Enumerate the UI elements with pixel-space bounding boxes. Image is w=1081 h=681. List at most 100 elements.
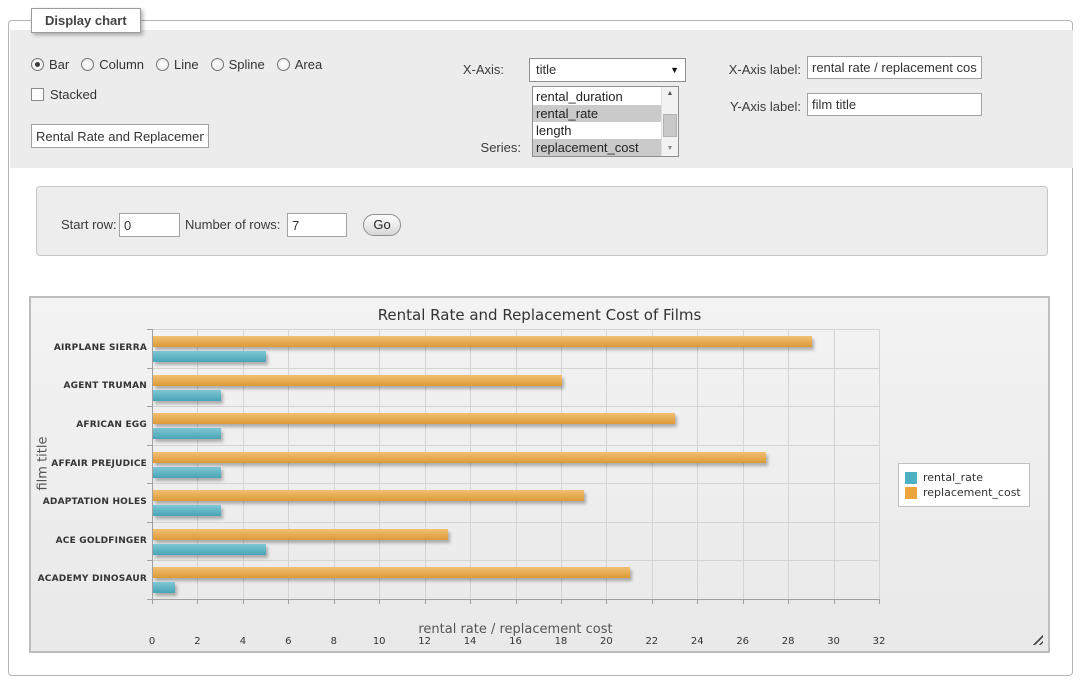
x-axis-select[interactable]: title ▼: [529, 58, 686, 82]
bar-replacement_cost-academy-dinosaur[interactable]: [153, 567, 630, 578]
chart-type-label: Line: [174, 57, 199, 72]
stacked-checkbox[interactable]: [31, 88, 44, 101]
gridline-vertical: [743, 329, 744, 599]
series-options: rental_durationrental_ratelengthreplacem…: [533, 88, 661, 156]
bar-rental_rate-affair-prejudice[interactable]: [153, 467, 221, 478]
bar-rental_rate-academy-dinosaur[interactable]: [153, 582, 175, 593]
chart-legend: rental_rate replacement_cost: [898, 463, 1030, 507]
x-axis-label-input[interactable]: [807, 56, 982, 79]
series-option-rental_rate[interactable]: rental_rate: [533, 105, 661, 122]
legend-swatch: [905, 487, 917, 499]
gridline-vertical: [561, 329, 562, 599]
radio-icon[interactable]: [277, 58, 290, 71]
x-tick-label: 22: [637, 636, 667, 647]
bar-replacement_cost-agent-truman[interactable]: [153, 375, 562, 386]
chart-type-spline[interactable]: Spline: [211, 57, 265, 72]
gridline-vertical: [334, 329, 335, 599]
x-tick-label: 12: [410, 636, 440, 647]
x-tick-label: 20: [591, 636, 621, 647]
legend-swatch: [905, 472, 917, 484]
dropdown-arrow-icon: ▼: [670, 59, 679, 82]
listbox-scrollbar[interactable]: ▲ ▼: [661, 87, 678, 156]
stacked-option[interactable]: Stacked: [31, 87, 97, 102]
num-rows-input[interactable]: [287, 213, 347, 237]
go-button[interactable]: Go: [363, 214, 401, 236]
legend-label: rental_rate: [923, 471, 983, 484]
series-label: Series:: [472, 140, 521, 155]
gridline-vertical: [834, 329, 835, 599]
row-range-panel: Start row: Number of rows: Go: [36, 186, 1048, 256]
series-option-length[interactable]: length: [533, 122, 661, 139]
plot-area: 02468101214161820222426283032AIRPLANE SI…: [152, 329, 879, 599]
bar-replacement_cost-african-egg[interactable]: [153, 413, 675, 424]
x-axis-line: [152, 599, 880, 600]
gridline-vertical: [606, 329, 607, 599]
gridline-vertical: [288, 329, 289, 599]
bar-replacement_cost-adaptation-holes[interactable]: [153, 490, 584, 501]
bar-replacement_cost-airplane-sierra[interactable]: [153, 336, 812, 347]
series-listbox[interactable]: rental_durationrental_ratelengthreplacem…: [532, 86, 679, 157]
scroll-down-icon[interactable]: ▼: [662, 142, 678, 156]
y-axis-line: [152, 329, 153, 600]
series-option-rental_duration[interactable]: rental_duration: [533, 88, 661, 105]
x-tick-label: 2: [182, 636, 212, 647]
x-tick-label: 24: [682, 636, 712, 647]
controls-section: BarColumnLineSplineArea Stacked X-Axis: …: [10, 30, 1073, 168]
x-axis-label-field-label: X-Axis label:: [721, 62, 801, 77]
num-rows-label: Number of rows:: [185, 213, 280, 237]
y-axis-label-input[interactable]: [807, 93, 982, 116]
legend-item-rental_rate[interactable]: rental_rate: [905, 471, 1021, 484]
bar-rental_rate-ace-goldfinger[interactable]: [153, 544, 266, 555]
chart-type-label: Spline: [229, 57, 265, 72]
gridline-vertical: [516, 329, 517, 599]
bar-rental_rate-agent-truman[interactable]: [153, 390, 221, 401]
bar-rental_rate-adaptation-holes[interactable]: [153, 505, 221, 516]
chart-type-column[interactable]: Column: [81, 57, 144, 72]
gridline-vertical: [197, 329, 198, 599]
chart-type-area[interactable]: Area: [277, 57, 322, 72]
x-tick-label: 8: [319, 636, 349, 647]
bar-replacement_cost-ace-goldfinger[interactable]: [153, 529, 448, 540]
x-tick-label: 4: [228, 636, 258, 647]
x-axis-select-value: title: [536, 62, 556, 77]
x-tick-label: 26: [728, 636, 758, 647]
fieldset-legend: Display chart: [31, 8, 141, 33]
bar-rental_rate-airplane-sierra[interactable]: [153, 351, 266, 362]
bar-rental_rate-african-egg[interactable]: [153, 428, 221, 439]
scroll-up-icon[interactable]: ▲: [662, 87, 678, 101]
category-label: AGENT TRUMAN: [23, 381, 147, 391]
gridline-vertical: [243, 329, 244, 599]
gridline-vertical: [879, 329, 880, 599]
x-tick-label: 0: [137, 636, 167, 647]
start-row-input[interactable]: [119, 213, 180, 237]
chart-type-bar[interactable]: Bar: [31, 57, 69, 72]
radio-icon[interactable]: [156, 58, 169, 71]
scrollbar-thumb[interactable]: [663, 114, 677, 137]
bar-replacement_cost-affair-prejudice[interactable]: [153, 452, 766, 463]
radio-icon[interactable]: [211, 58, 224, 71]
stacked-label: Stacked: [50, 87, 97, 102]
chart-type-label: Column: [99, 57, 144, 72]
x-tick-label: 6: [273, 636, 303, 647]
category-label: ACE GOLDFINGER: [23, 536, 147, 546]
chart-container: Rental Rate and Replacement Cost of Film…: [29, 296, 1050, 653]
radio-icon[interactable]: [31, 58, 44, 71]
resize-handle-icon[interactable]: [1032, 634, 1043, 645]
gridline-vertical: [425, 329, 426, 599]
page: Display chart Bar Column Line Spline Area St…: [0, 0, 1081, 681]
x-tick-label: 18: [546, 636, 576, 647]
chart-type-label: Bar: [49, 57, 69, 72]
x-tick-label: 10: [364, 636, 394, 647]
chart-title: Rental Rate and Replacement Cost of Film…: [31, 306, 1048, 324]
series-option-replacement_cost[interactable]: replacement_cost: [533, 139, 661, 156]
radio-icon[interactable]: [81, 58, 94, 71]
legend-item-replacement_cost[interactable]: replacement_cost: [905, 486, 1021, 499]
chart-title-input[interactable]: [31, 124, 209, 148]
start-row-label: Start row:: [61, 213, 117, 237]
legend-label: replacement_cost: [923, 486, 1021, 499]
y-axis-title: film title: [36, 394, 51, 534]
gridline-vertical: [470, 329, 471, 599]
chart-type-radio-group: Bar Column Line Spline Area: [31, 57, 334, 73]
chart-type-line[interactable]: Line: [156, 57, 199, 72]
gridline-vertical: [788, 329, 789, 599]
